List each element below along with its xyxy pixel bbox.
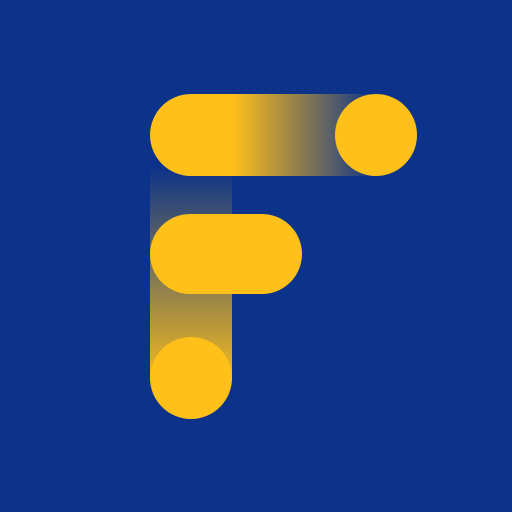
top-right-dot: [335, 94, 417, 176]
app-icon: [0, 0, 512, 512]
bottom-dot: [150, 337, 232, 419]
f-logo-icon: [0, 0, 512, 512]
middle-bar: [150, 214, 302, 294]
top-bar: [150, 94, 234, 176]
